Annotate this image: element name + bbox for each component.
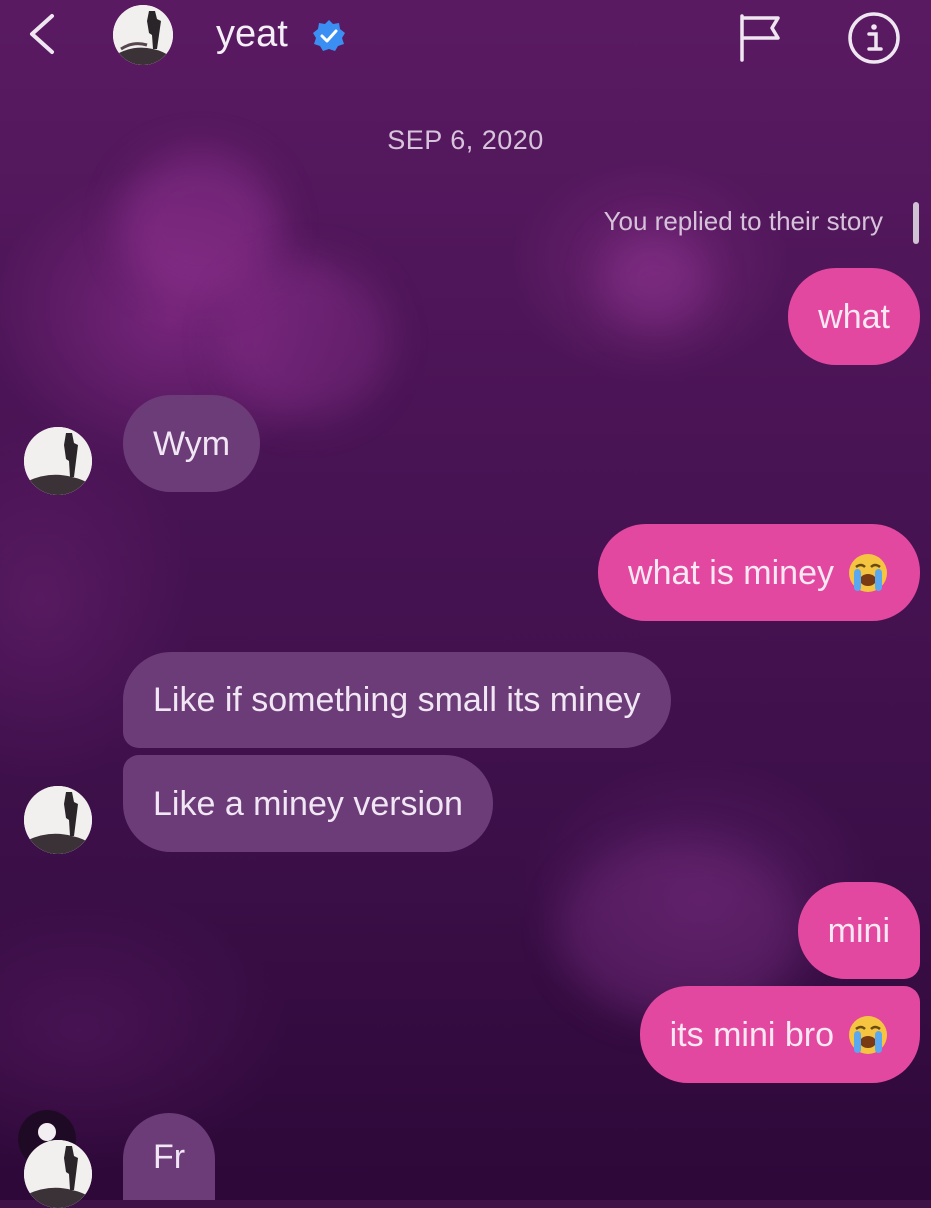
message-text: what is miney — [628, 553, 834, 592]
message-bubble-incoming[interactable]: Wym — [123, 395, 261, 492]
chevron-left-icon[interactable] — [22, 10, 62, 58]
sender-avatar[interactable] — [24, 1140, 92, 1208]
info-icon[interactable] — [846, 10, 902, 66]
message-text: Fr — [153, 1137, 186, 1176]
loudly-crying-face-icon — [849, 1015, 887, 1054]
background-heart — [600, 230, 710, 330]
message-text: what — [818, 297, 890, 336]
message-text: its mini bro — [669, 1015, 834, 1054]
background-heart — [220, 260, 390, 420]
sender-avatar[interactable] — [24, 786, 92, 854]
message-bubble-outgoing[interactable]: mini — [797, 882, 920, 979]
flag-icon[interactable] — [736, 12, 784, 62]
message-bubble-outgoing[interactable]: its mini bro — [639, 986, 920, 1083]
message-bubble-incoming[interactable]: Fr — [123, 1113, 216, 1200]
message-bubble-outgoing[interactable]: what — [788, 268, 920, 365]
verified-badge-icon — [313, 20, 345, 51]
profile-avatar[interactable] — [113, 5, 173, 65]
profile-username[interactable]: yeat — [216, 10, 288, 58]
message-text: Wym — [153, 424, 231, 463]
conversation-date: SEP 6, 2020 — [387, 125, 544, 155]
loudly-crying-face-icon — [849, 553, 887, 592]
story-reply-indicator — [913, 202, 919, 244]
sender-avatar[interactable] — [24, 427, 92, 495]
message-text: mini — [827, 911, 890, 950]
message-bubble-incoming[interactable]: Like a miney version — [123, 755, 493, 852]
message-bubble-incoming[interactable]: Like if something small its miney — [123, 652, 671, 748]
chat-header: yeat — [0, 0, 931, 80]
story-reply-note: You replied to their story — [603, 206, 883, 236]
message-bubble-outgoing[interactable]: what is miney — [598, 524, 920, 621]
message-text: Like a miney version — [153, 784, 463, 823]
message-text: Like if something small its miney — [153, 681, 641, 719]
